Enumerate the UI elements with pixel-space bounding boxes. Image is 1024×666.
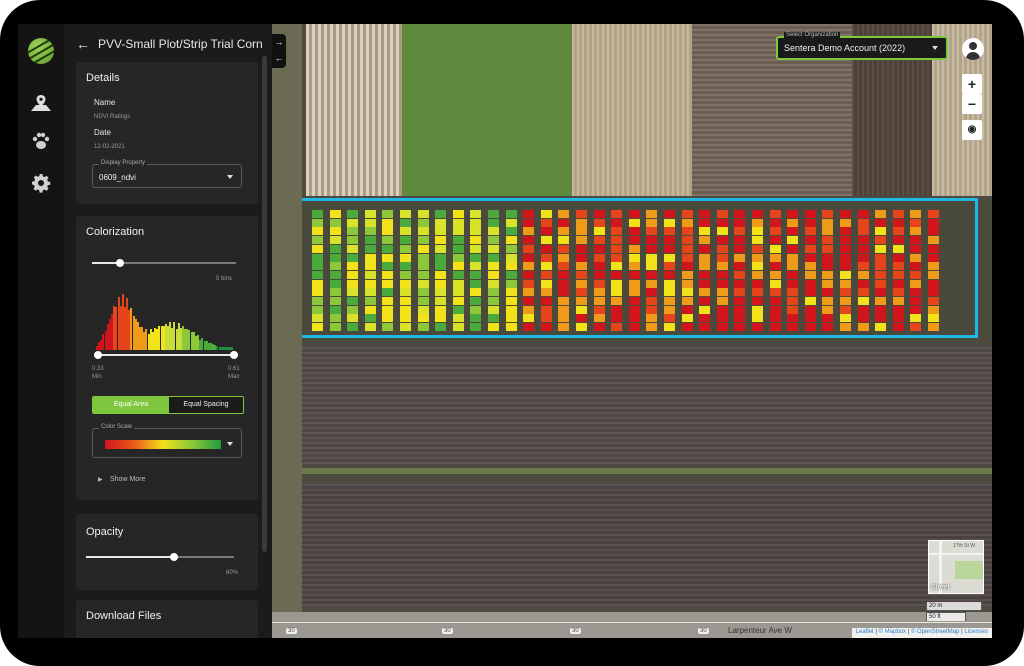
opacity-slider-fill <box>86 556 174 558</box>
map-view[interactable]: 30 30 30 30 30 Larpenteur Ave W Select O… <box>272 24 992 638</box>
gear-icon[interactable] <box>28 170 54 196</box>
road-marker: 30 <box>442 628 453 634</box>
opacity-heading: Opacity <box>86 526 124 538</box>
map-marker-icon[interactable] <box>28 84 68 122</box>
name-label: Name <box>94 98 116 107</box>
tablet-frame: ← PVV-Small Plot/Strip Trial Corn Detail… <box>0 0 1024 666</box>
grass-strip <box>302 468 992 474</box>
range-max-value: 0.61 <box>228 366 240 372</box>
sidebar: ← PVV-Small Plot/Strip Trial Corn Detail… <box>64 24 272 638</box>
display-property-select[interactable]: Display Property 0609_ndvi <box>92 160 242 188</box>
details-heading: Details <box>86 72 120 84</box>
range-max-knob[interactable] <box>230 351 238 359</box>
mapbox-link[interactable]: © Mapbox <box>879 629 906 635</box>
user-avatar-icon[interactable] <box>962 38 984 60</box>
road-west <box>272 24 302 638</box>
locate-icon[interactable]: ◉ <box>962 120 982 140</box>
app-screen: ← PVV-Small Plot/Strip Trial Corn Detail… <box>18 24 992 638</box>
chevron-down-icon <box>227 175 233 179</box>
opacity-slider-knob[interactable] <box>170 553 178 561</box>
arrow-left-icon[interactable]: ← <box>272 50 286 66</box>
zoom-in-button[interactable]: + <box>962 74 982 94</box>
equal-area-button[interactable]: Equal Area <box>93 397 169 413</box>
colorization-panel: Colorization 5 bins 0.33 Min 0.61 Max Eq… <box>76 216 258 500</box>
field-south-1 <box>302 346 992 464</box>
date-value: 12-02-2021 <box>94 144 125 150</box>
display-property-value: 0609_ndvi <box>99 173 136 182</box>
equal-spacing-button[interactable]: Equal Spacing <box>169 397 243 413</box>
road-marker: 30 <box>570 628 581 634</box>
panel-toggle[interactable]: → ← <box>272 34 286 68</box>
bins-slider-knob[interactable] <box>116 259 124 267</box>
color-scale-gradient <box>105 440 221 449</box>
inset-street: 17th St W <box>953 543 975 549</box>
zoom-out-button[interactable]: − <box>962 94 982 114</box>
field-stubble <box>572 24 692 196</box>
display-property-legend: Display Property <box>99 160 148 166</box>
binning-toggle: Equal Area Equal Spacing <box>92 396 244 414</box>
trial-plot-outline[interactable] <box>298 198 978 338</box>
organization-select[interactable]: Select Organization Sentera Demo Account… <box>776 32 948 60</box>
map-attribution: Leaflet | © Mapbox | © OpenStreetMap | L… <box>851 628 992 638</box>
range-min-label: Min <box>92 374 102 380</box>
paw-icon[interactable] <box>28 128 54 154</box>
histogram-bar <box>231 347 234 350</box>
osm-link[interactable]: © OpenStreetMap <box>911 629 959 635</box>
chevron-down-icon <box>227 442 233 446</box>
show-more-link[interactable]: Show More <box>110 476 145 483</box>
road-line <box>272 622 992 623</box>
download-files-panel: Download Files <box>76 600 258 638</box>
scale-bar-metric: 20 m <box>926 602 982 611</box>
field-south-2 <box>302 484 992 606</box>
arrow-right-icon[interactable]: → <box>272 34 286 50</box>
page-title: PVV-Small Plot/Strip Trial Corn <box>98 37 263 51</box>
bins-label: 5 bins <box>216 276 233 282</box>
range-min-value: 0.33 <box>92 366 104 372</box>
details-panel: Details Name NDVI Ratings Date 12-02-202… <box>76 62 258 204</box>
scale-bar-imperial: 50 ft <box>926 612 966 621</box>
road-marker: 30 <box>698 628 709 634</box>
basemap-switcher[interactable]: 17th St W Street <box>928 540 984 594</box>
field-orchard <box>306 24 402 196</box>
download-files-heading[interactable]: Download Files <box>86 610 161 622</box>
organization-legend: Select Organization <box>784 32 841 38</box>
color-scale-select[interactable]: Color Scale <box>92 424 242 458</box>
page-header: ← PVV-Small Plot/Strip Trial Corn <box>76 34 266 54</box>
name-value: NDVI Ratings <box>94 114 131 120</box>
leaflet-link[interactable]: Leaflet <box>856 629 874 635</box>
organization-value: Sentera Demo Account (2022) <box>784 43 906 53</box>
opacity-value: 60% <box>226 570 239 576</box>
field-grass <box>402 24 572 196</box>
licenses-link[interactable]: Licenses <box>964 629 988 635</box>
ndvi-histogram <box>96 292 236 350</box>
sidebar-scrollbar[interactable] <box>262 56 267 552</box>
color-scale-legend: Color Scale <box>99 424 135 430</box>
road-marker: 30 <box>286 628 297 634</box>
basemap-label: Street <box>931 584 950 591</box>
chevron-down-icon <box>932 46 938 50</box>
street-label: Larpenteur Ave W <box>728 626 792 635</box>
icon-rail <box>18 24 68 638</box>
opacity-panel: Opacity 60% <box>76 514 258 590</box>
range-min-knob[interactable] <box>94 351 102 359</box>
caret-right-icon[interactable]: ▶ <box>98 476 103 483</box>
range-max-label: Max <box>228 374 240 380</box>
sentera-logo-icon[interactable] <box>28 38 54 64</box>
range-slider-track[interactable] <box>98 354 236 356</box>
date-label: Date <box>94 128 111 137</box>
back-arrow-icon[interactable]: ← <box>76 36 90 52</box>
colorization-heading: Colorization <box>86 226 145 238</box>
